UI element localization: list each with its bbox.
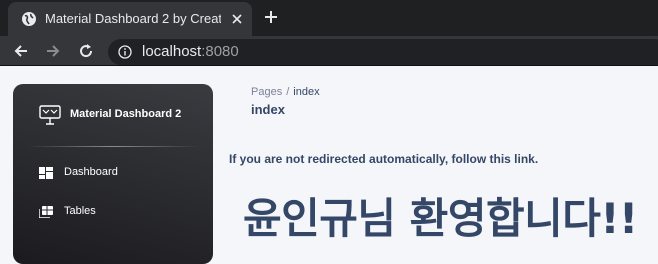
breadcrumb-current: index [293, 86, 320, 98]
breadcrumb-separator: / [286, 86, 290, 98]
brand-link[interactable]: Material Dashboard 2 [38, 102, 208, 126]
sidebar-divider [27, 146, 199, 147]
redirect-message[interactable]: If you are not redirected automatically,… [229, 152, 538, 166]
brand-logo-icon [39, 105, 61, 125]
back-arrow-icon[interactable] [12, 42, 30, 60]
forward-arrow-icon[interactable] [44, 42, 62, 60]
breadcrumb-pages-link[interactable]: Pages [251, 86, 282, 98]
new-tab-icon[interactable] [260, 6, 282, 28]
close-icon[interactable] [230, 12, 244, 26]
address-bar[interactable]: localhost:8080 [108, 39, 658, 65]
page-title: index [251, 102, 285, 117]
url-port: :8080 [201, 43, 239, 60]
breadcrumb: Pages / index [251, 86, 320, 98]
url-host: localhost [142, 43, 202, 60]
browser-toolbar: localhost:8080 [0, 36, 658, 66]
globe-icon [22, 12, 36, 26]
table-view-icon [39, 206, 53, 218]
dashboard-icon [39, 167, 53, 179]
page-content: Material Dashboard 2 Dashboard Tables Pa… [0, 67, 658, 264]
url-text[interactable]: localhost:8080 [142, 43, 239, 60]
welcome-heading: 윤인규님 환영합니다!! [243, 194, 638, 243]
sidebar-item-label: Tables [64, 205, 96, 217]
tab-title: Material Dashboard 2 by Creative Tim [45, 11, 221, 26]
brand-text: Material Dashboard 2 [70, 108, 182, 120]
sidebar: Material Dashboard 2 Dashboard Tables [13, 84, 213, 264]
browser-tab-bar: Material Dashboard 2 by Creative Tim [0, 0, 658, 36]
info-icon[interactable] [118, 45, 132, 59]
sidebar-item-tables[interactable]: Tables [23, 197, 203, 227]
sidebar-item-label: Dashboard [64, 166, 118, 178]
browser-tab[interactable]: Material Dashboard 2 by Creative Tim [8, 2, 252, 36]
reload-icon[interactable] [77, 42, 95, 60]
sidebar-item-dashboard[interactable]: Dashboard [23, 158, 203, 188]
